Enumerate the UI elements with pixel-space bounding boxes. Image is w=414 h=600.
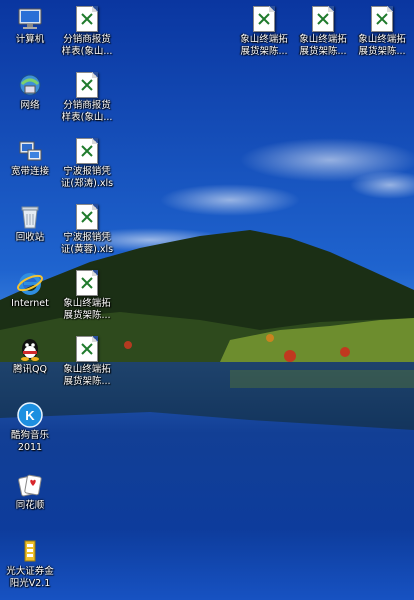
desktop-icon-kugou[interactable]: K 酷狗音乐 2011 xyxy=(0,398,60,454)
desktop-icon-label: 光大证券金 阳光V2.1 xyxy=(6,566,54,589)
recycle-bin-icon xyxy=(17,204,43,230)
desktop-icon-label: 计算机 xyxy=(15,34,45,45)
desktop-icon-excel-file[interactable]: 分销商报货 样表(象山... xyxy=(57,2,117,58)
desktop-icon-excel-file[interactable]: 象山终端拓 展货架陈... xyxy=(57,266,117,322)
excel-file-icon xyxy=(76,204,98,230)
desktop-icon-guangda[interactable]: 光大证券金 阳光V2.1 xyxy=(0,534,60,590)
desktop-icon-label: 回收站 xyxy=(15,232,45,243)
desktop-icon-label: 腾讯QQ xyxy=(13,364,47,375)
desktop-icon-excel-file[interactable]: 分销商报货 样表(象山... xyxy=(57,68,117,124)
excel-file-icon xyxy=(76,138,98,164)
desktop-icon-label: 宽带连接 xyxy=(10,166,49,177)
qq-icon xyxy=(17,336,43,362)
desktop-icon-excel-file[interactable]: 宁波报销凭 证(黄蓉).xls xyxy=(57,200,117,256)
desktop-icon-computer[interactable]: 计算机 xyxy=(0,2,60,46)
desktop-icon-label: 分销商报货 样表(象山... xyxy=(61,100,113,123)
desktop-icon-excel-file[interactable]: 象山终端拓 展货架陈... xyxy=(352,2,412,58)
kugou-icon: K xyxy=(17,402,43,428)
desktop-icon-label: 同花顺 xyxy=(15,500,45,511)
desktop-icon-recycle-bin[interactable]: 回收站 xyxy=(0,200,60,244)
desktop-icon-internet[interactable]: Internet xyxy=(0,266,60,310)
desktop-icon-label: 分销商报货 样表(象山... xyxy=(61,34,113,57)
desktop-icon-label: 象山终端拓 展货架陈... xyxy=(240,34,288,57)
internet-explorer-icon xyxy=(17,270,43,296)
excel-file-icon xyxy=(76,6,98,32)
broadband-icon xyxy=(17,138,43,164)
desktop-icon-label: 象山终端拓 展货架陈... xyxy=(63,364,111,387)
network-icon xyxy=(17,72,43,98)
desktop-icon-label: 宁波报销凭 证(黄蓉).xls xyxy=(60,232,114,255)
excel-file-icon xyxy=(76,270,98,296)
desktop-icon-excel-file[interactable]: 象山终端拓 展货架陈... xyxy=(234,2,294,58)
guangda-icon xyxy=(17,538,43,564)
desktop-icon-tonghuashun[interactable]: 同花顺 xyxy=(0,468,60,512)
svg-text:K: K xyxy=(25,408,35,423)
desktop-icon-excel-file[interactable]: 宁波报销凭 证(郑涛).xls xyxy=(57,134,117,190)
desktop-icon-excel-file[interactable]: 象山终端拓 展货架陈... xyxy=(293,2,353,58)
desktop-icon-network[interactable]: 网络 xyxy=(0,68,60,112)
desktop-icon-excel-file[interactable]: 象山终端拓 展货架陈... xyxy=(57,332,117,388)
excel-file-icon xyxy=(371,6,393,32)
excel-file-icon xyxy=(76,72,98,98)
excel-file-icon xyxy=(312,6,334,32)
tonghuashun-icon xyxy=(17,472,43,498)
excel-file-icon xyxy=(76,336,98,362)
desktop-icon-qq[interactable]: 腾讯QQ xyxy=(0,332,60,376)
excel-file-icon xyxy=(253,6,275,32)
desktop-icon-label: 网络 xyxy=(20,100,40,111)
desktop-icon-label: 象山终端拓 展货架陈... xyxy=(63,298,111,321)
desktop-icon-label: 酷狗音乐 2011 xyxy=(10,430,49,453)
desktop-icon-label: 象山终端拓 展货架陈... xyxy=(299,34,347,57)
desktop-icon-label: 象山终端拓 展货架陈... xyxy=(358,34,406,57)
computer-icon xyxy=(17,6,43,32)
desktop-icon-label: 宁波报销凭 证(郑涛).xls xyxy=(60,166,114,189)
desktop-icon-broadband[interactable]: 宽带连接 xyxy=(0,134,60,178)
desktop-icon-label: Internet xyxy=(11,298,49,309)
